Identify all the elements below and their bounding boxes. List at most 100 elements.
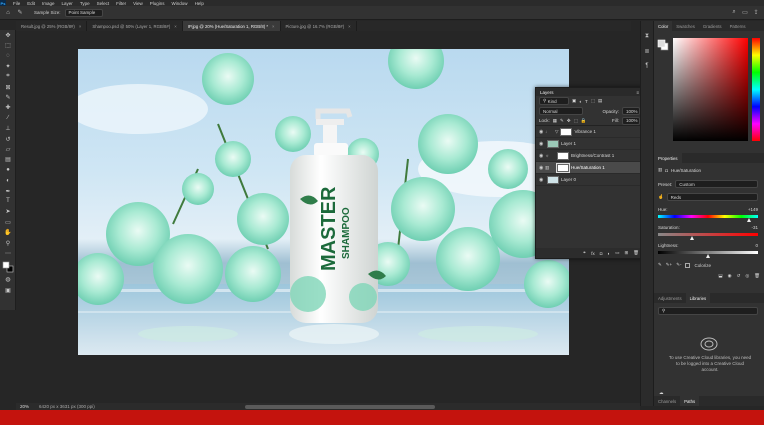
- properties-icon[interactable]: ≣: [641, 48, 653, 55]
- lightness-value[interactable]: 0: [755, 243, 758, 248]
- tab-color[interactable]: Color: [654, 21, 673, 31]
- tab-paths[interactable]: Paths: [680, 396, 700, 406]
- layer-mask-thumbnail[interactable]: [556, 162, 570, 173]
- clone-stamp-tool-icon[interactable]: ⊥: [0, 124, 16, 134]
- crop-tool-icon[interactable]: ⌗: [0, 72, 16, 82]
- rectangle-tool-icon[interactable]: ▭: [0, 217, 16, 227]
- layer-style-icon[interactable]: fx: [591, 251, 595, 256]
- toggle-visibility-icon[interactable]: ◎: [745, 273, 749, 279]
- preset-dropdown[interactable]: Custom: [675, 180, 758, 188]
- hue-slider-handle[interactable]: [746, 218, 751, 222]
- lasso-tool-icon[interactable]: ◌: [0, 51, 16, 61]
- layer-thumbnail[interactable]: [547, 139, 559, 148]
- tab-swatches[interactable]: Swatches: [672, 21, 699, 31]
- layer-filter-dropdown[interactable]: ⚲ Kind: [539, 97, 569, 105]
- saturation-track[interactable]: [658, 233, 758, 236]
- menu-select[interactable]: Select: [97, 1, 110, 6]
- lightness-slider-handle[interactable]: [705, 254, 710, 258]
- new-adjustment-layer-icon[interactable]: ◐: [608, 251, 611, 256]
- tab-result[interactable]: Result.jpg @ 25% (RGB/8#) ×: [16, 21, 88, 31]
- properties-title[interactable]: Properties: [654, 153, 682, 163]
- new-layer-icon[interactable]: ⊞: [625, 250, 629, 256]
- history-brush-tool-icon[interactable]: ↺: [0, 134, 16, 144]
- sample-size-dropdown[interactable]: Point Sample: [64, 8, 103, 17]
- hue-track[interactable]: [658, 215, 758, 218]
- layer-row[interactable]: ◉ Layer 0: [536, 174, 643, 186]
- lock-transparent-icon[interactable]: ▦: [553, 118, 557, 124]
- blend-mode-dropdown[interactable]: Normal: [539, 107, 583, 115]
- new-group-icon[interactable]: ▭: [615, 250, 619, 256]
- layer-name[interactable]: Vibrance 1: [574, 129, 595, 134]
- eyedropper-tool-icon[interactable]: ✎: [0, 92, 16, 102]
- saturation-slider-handle[interactable]: [690, 236, 694, 240]
- fg-bg-color-icon[interactable]: [657, 39, 669, 51]
- filter-adjustment-icon[interactable]: ◐: [579, 99, 582, 104]
- gradient-tool-icon[interactable]: ▤: [0, 155, 16, 165]
- menu-layer[interactable]: Layer: [62, 1, 73, 6]
- path-selection-tool-icon[interactable]: ➤: [0, 207, 16, 217]
- search-icon[interactable]: ⌕: [730, 9, 738, 17]
- menu-type[interactable]: Type: [80, 1, 90, 6]
- filter-shape-icon[interactable]: ⬚: [591, 98, 595, 104]
- menu-edit[interactable]: Edit: [27, 1, 35, 6]
- tab-shampoo[interactable]: Shampoo.psd @ 50% (Layer 1, RGB/8#) ×: [87, 21, 183, 31]
- layers-panel-header[interactable]: Layers ≡: [536, 88, 643, 96]
- menu-view[interactable]: View: [133, 1, 143, 6]
- tab-libraries[interactable]: Libraries: [685, 293, 711, 303]
- eyedropper-icon[interactable]: ✎: [658, 262, 662, 268]
- tab-patterns[interactable]: Patterns: [726, 21, 750, 31]
- layer-name[interactable]: Layer 0: [561, 177, 576, 182]
- layer-row[interactable]: ◉ ☼ Brightness/Contrast 1: [536, 150, 643, 162]
- share-icon[interactable]: ⇪: [752, 9, 760, 17]
- panel-menu-icon[interactable]: ≡: [636, 90, 639, 95]
- tab-ip[interactable]: IP.jpg @ 20% (Hue/Saturation 1, RGB/8) *…: [182, 21, 281, 31]
- menu-filter[interactable]: Filter: [116, 1, 126, 6]
- layer-row[interactable]: ◉ Layer 1: [536, 138, 643, 150]
- eyedropper-tool-preset-icon[interactable]: ✎: [16, 9, 24, 17]
- tab-channels[interactable]: Channels: [654, 396, 680, 406]
- zoom-level[interactable]: 20%: [20, 404, 29, 409]
- targeted-adjustment-icon[interactable]: ☝: [658, 194, 664, 200]
- add-mask-icon[interactable]: ◘: [600, 251, 603, 256]
- hue-slider[interactable]: [752, 38, 760, 141]
- frame-tool-icon[interactable]: ⊠: [0, 82, 16, 92]
- lock-image-icon[interactable]: ✎: [560, 118, 564, 124]
- layer-thumbnail[interactable]: [547, 175, 559, 184]
- filter-pixel-icon[interactable]: ▣: [572, 98, 576, 104]
- view-previous-icon[interactable]: ◉: [728, 273, 732, 279]
- layers-panel[interactable]: Layers ≡ ⚲ Kind ▣ ◐ T ⬚ ▤ Normal Opacity…: [535, 87, 644, 259]
- paragraph-icon[interactable]: ¶: [641, 63, 653, 69]
- menu-image[interactable]: Image: [42, 1, 55, 6]
- quick-selection-tool-icon[interactable]: ✦: [0, 61, 16, 71]
- tab-adjustments[interactable]: Adjustments: [654, 293, 686, 303]
- document-info[interactable]: 6420 px x 3631 px (300 ppi): [39, 404, 95, 409]
- close-icon[interactable]: ×: [272, 24, 275, 29]
- screen-mode-icon[interactable]: ▣: [0, 285, 16, 295]
- dodge-tool-icon[interactable]: ◐: [0, 175, 16, 185]
- eyedropper-subtract-icon[interactable]: ✎-: [676, 262, 681, 268]
- filter-smart-object-icon[interactable]: ▤: [598, 98, 602, 104]
- close-icon[interactable]: ×: [79, 24, 82, 29]
- layer-name[interactable]: Brightness/Contrast 1: [571, 153, 614, 158]
- layer-mask-thumbnail[interactable]: [560, 127, 573, 136]
- reset-icon[interactable]: ↺: [737, 273, 741, 279]
- close-icon[interactable]: ×: [174, 24, 177, 29]
- tab-gradients[interactable]: Gradients: [699, 21, 726, 31]
- blur-tool-icon[interactable]: ●: [0, 165, 16, 175]
- library-search-input[interactable]: ⚲: [658, 307, 758, 315]
- pen-tool-icon[interactable]: ✒: [0, 186, 16, 196]
- eyedropper-add-icon[interactable]: ✎+: [666, 262, 672, 268]
- layer-name[interactable]: Hue/Saturation 1: [571, 165, 605, 170]
- foreground-background-color-icon[interactable]: [0, 259, 16, 275]
- link-layers-icon[interactable]: ⚭: [583, 250, 587, 256]
- menu-file[interactable]: File: [13, 1, 20, 6]
- layer-name[interactable]: Layer 1: [561, 141, 576, 146]
- history-icon[interactable]: ⧗: [641, 33, 653, 40]
- visibility-eye-icon[interactable]: ◉: [539, 177, 545, 183]
- layer-row-selected[interactable]: ◉ ▥ Hue/Saturation 1: [536, 162, 643, 174]
- colorize-checkbox[interactable]: [685, 262, 691, 268]
- color-picker-field[interactable]: [673, 38, 748, 141]
- menu-help[interactable]: Help: [195, 1, 204, 6]
- tab-picture[interactable]: Picture.jpg @ 16.7% (RGB/8#) ×: [281, 21, 357, 31]
- move-tool-icon[interactable]: ✥: [0, 30, 16, 40]
